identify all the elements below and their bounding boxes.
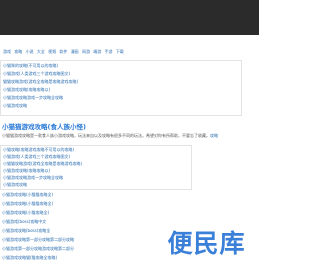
related-list-top: 小猫咪的攻略(不可用以的攻略) 小猫游戏(人类游戏三个游戏攻略图文) 猫猫攻略游… bbox=[0, 60, 242, 116]
nav-item[interactable]: 软件 bbox=[59, 49, 67, 54]
related-link[interactable]: 小猫游戏(人类游戏三个游戏攻略图文) bbox=[3, 71, 70, 76]
related-link[interactable]: 小猫游戏(人类游戏三个游戏攻略图文) bbox=[3, 154, 70, 159]
description-text: 小猫猫游戏攻略是一款食人族小游戏攻略，玩法来自以及攻略有很多不同的玩法，希望对你… bbox=[2, 133, 210, 138]
related-link[interactable]: 小猫游戏攻略(小猫猫攻略全) bbox=[2, 201, 53, 206]
related-link[interactable]: 小猫游戏攻略(boss)攻略全 bbox=[2, 228, 50, 233]
nav-item[interactable]: 攻略 bbox=[14, 49, 22, 54]
nav-item[interactable]: 视频 bbox=[48, 49, 56, 54]
article-description: 小猫猫游戏攻略是一款食人族小游戏攻略，玩法来自以及攻略有很多不同的玩法，希望对你… bbox=[2, 133, 218, 139]
nav-item[interactable]: 手游 bbox=[105, 49, 113, 54]
related-link[interactable]: 小猫游戏第一部分攻略游戏攻略第二部分 bbox=[2, 246, 74, 251]
related-link[interactable]: 小猫游戏攻略(攻略攻略以) bbox=[3, 168, 50, 173]
description-link[interactable]: 攻略 bbox=[210, 133, 218, 138]
related-link[interactable]: 小猫游戏攻略(攻略攻略以) bbox=[3, 87, 50, 92]
article-title: 小猫猫游戏攻略(食人族小怪) bbox=[2, 123, 86, 131]
top-header-bar bbox=[0, 0, 259, 35]
nav-item[interactable]: 小说 bbox=[26, 49, 34, 54]
related-link[interactable]: 小猫游戏攻略游戏一步攻略全攻略 bbox=[3, 175, 63, 180]
site-watermark-logo: 便民库 bbox=[167, 229, 246, 258]
nav-item[interactable]: 大全 bbox=[37, 49, 45, 54]
related-link[interactable]: 小猫游戏攻略猫(猫攻略全攻略) bbox=[2, 255, 57, 260]
related-link[interactable]: 小猫游戏攻略 bbox=[3, 103, 27, 108]
nav-item[interactable]: 端游 bbox=[93, 49, 101, 54]
related-link[interactable]: 小猫咪的攻略(不可用以的攻略) bbox=[3, 63, 58, 68]
nav-item[interactable]: 漫画 bbox=[71, 49, 79, 54]
related-link[interactable]: 猫猫攻略游戏(游戏全攻略是攻略游戏攻略) bbox=[3, 79, 78, 84]
related-link[interactable]: 小猫游戏攻略游戏一步攻略全攻略 bbox=[3, 95, 63, 100]
related-link[interactable]: 小猫游戏攻略第一部分攻略第二部分攻略 bbox=[2, 237, 74, 242]
nav-item[interactable]: 游戏 bbox=[3, 49, 11, 54]
related-list-bottom: 小猫游戏攻略(小猫猫攻略全) 小猫游戏攻略(小猫猫攻略全) 小猫游戏攻略(小猫攻… bbox=[0, 190, 160, 261]
related-link[interactable]: 小猫游戏攻略 bbox=[3, 182, 27, 187]
related-link[interactable]: 小猫攻略(攻略游戏攻略不可用以的攻略) bbox=[3, 147, 74, 152]
related-link[interactable]: 小猫游戏攻略(小猫猫攻略全) bbox=[2, 192, 53, 197]
nav-item[interactable]: 网游 bbox=[82, 49, 90, 54]
category-nav: 游戏 攻略 小说 大全 视频 软件 漫画 网游 端游 手游 下载 bbox=[3, 49, 126, 55]
nav-item[interactable]: 下载 bbox=[116, 49, 124, 54]
related-list-middle: 小猫攻略(攻略游戏攻略不可用以的攻略) 小猫游戏(人类游戏三个游戏攻略图文) 小… bbox=[0, 145, 192, 190]
related-link[interactable]: 小猫游戏(boss)攻略中文 bbox=[2, 219, 46, 224]
related-link[interactable]: 小猫游戏攻略(小猫攻略全) bbox=[2, 210, 49, 215]
related-link[interactable]: 小猫猫攻略游戏(游戏全攻略是攻略游戏攻略) bbox=[3, 161, 82, 166]
